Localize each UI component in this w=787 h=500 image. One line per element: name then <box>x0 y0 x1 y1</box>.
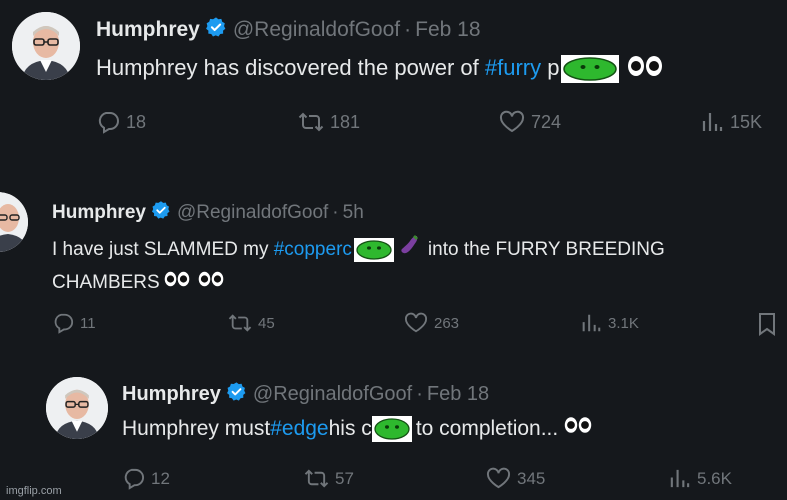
post-3[interactable]: Humphrey @ReginaldofGoof · Feb 18 Humphr… <box>0 365 787 500</box>
timestamp[interactable]: Feb 18 <box>415 18 480 42</box>
repost-button[interactable]: 181 <box>298 110 360 134</box>
repost-icon <box>228 314 252 332</box>
reply-button[interactable]: 18 <box>96 110 146 134</box>
reply-icon <box>124 468 144 490</box>
green-blob-icon <box>374 417 410 440</box>
views-icon <box>670 469 690 488</box>
reply-icon <box>54 313 74 334</box>
verified-badge-icon <box>205 16 227 44</box>
handle[interactable]: @ReginaldofGoof <box>177 202 328 224</box>
handle[interactable]: @ReginaldofGoof <box>253 383 412 406</box>
reply-count: 11 <box>80 314 96 332</box>
text-segment: his c <box>328 416 372 440</box>
post-1[interactable]: Humphrey @ReginaldofGoof · Feb 18 Humphr… <box>0 0 787 160</box>
separator: · <box>332 202 339 223</box>
post-2[interactable]: Humphrey @ReginaldofGoof · 5h I have jus… <box>0 180 787 350</box>
like-button[interactable]: 263 <box>404 312 459 334</box>
watermark: imgflip.com <box>6 485 62 497</box>
avatar[interactable] <box>0 192 28 252</box>
view-count: 5.6K <box>697 468 732 488</box>
text-segment: p <box>541 55 560 80</box>
heart-icon <box>499 110 525 133</box>
text-segment: into the FURRY BREEDING <box>427 238 665 260</box>
views-button[interactable]: 3.1K <box>580 312 639 334</box>
eggplant-emoji-icon <box>398 232 422 267</box>
post-text: Humphrey has discovered the power of #fu… <box>96 54 663 84</box>
hashtag-link[interactable]: #copperc <box>274 234 352 266</box>
timestamp[interactable]: Feb 18 <box>427 383 489 406</box>
timestamp[interactable]: 5h <box>343 202 364 224</box>
like-count: 263 <box>434 314 460 332</box>
avatar-image <box>46 377 108 439</box>
avatar-image <box>0 192 28 252</box>
text-segment: I have just SLAMMED my <box>52 238 269 260</box>
post-header: Humphrey @ReginaldofGoof · Feb 18 <box>96 16 481 44</box>
view-count: 3.1K <box>608 314 639 332</box>
action-bar: 12 57 345 5.6K <box>122 467 782 495</box>
text-segment: CHAMBERS <box>52 272 160 293</box>
reply-count: 12 <box>151 468 170 488</box>
text-segment: Humphrey has discovered the power of <box>96 55 485 80</box>
post-text: I have just SLAMMED my #copperc into the… <box>52 232 782 299</box>
reply-button[interactable]: 11 <box>52 312 96 334</box>
post-header: Humphrey @ReginaldofGoof · Feb 18 <box>122 381 489 408</box>
post-header: Humphrey @ReginaldofGoof · 5h <box>52 200 364 226</box>
separator: · <box>404 18 412 41</box>
reply-icon <box>98 112 119 134</box>
repost-count: 45 <box>258 314 275 332</box>
avatar-image <box>12 12 80 80</box>
repost-button[interactable]: 57 <box>304 467 354 490</box>
censor-box <box>561 55 620 84</box>
bookmark-button[interactable] <box>756 312 778 340</box>
like-button[interactable]: 345 <box>486 467 545 490</box>
bookmark-icon <box>759 313 775 336</box>
text-segment: to completion... <box>415 416 559 440</box>
reply-button[interactable]: 12 <box>122 467 170 490</box>
censor-box <box>353 237 394 262</box>
handle[interactable]: @ReginaldofGoof <box>233 18 400 42</box>
eyes-emoji-icon <box>564 415 592 442</box>
heart-icon <box>404 312 428 333</box>
heart-icon <box>486 467 511 489</box>
avatar[interactable] <box>46 377 108 439</box>
verified-badge-icon <box>151 200 171 226</box>
eyes-emoji-icon <box>164 267 190 299</box>
repost-icon <box>298 112 324 132</box>
action-bar: 18 181 724 15K <box>96 110 786 140</box>
action-bar: 11 45 263 3.1K <box>52 312 782 340</box>
views-icon <box>582 314 601 332</box>
post-text: Humphrey must #edge his c to completion.… <box>122 415 592 442</box>
view-count: 15K <box>730 111 763 132</box>
hashtag-link[interactable]: #edge <box>270 416 328 442</box>
censor-box <box>371 415 412 442</box>
verified-badge-icon <box>226 381 247 408</box>
eyes-emoji-icon <box>198 267 224 299</box>
like-count: 345 <box>517 468 546 488</box>
avatar[interactable] <box>12 12 80 80</box>
repost-button[interactable]: 45 <box>228 312 275 334</box>
views-button[interactable]: 5.6K <box>668 467 732 490</box>
reply-count: 18 <box>126 111 147 132</box>
green-blob-icon <box>563 57 618 81</box>
display-name[interactable]: Humphrey <box>122 383 221 406</box>
repost-count: 57 <box>335 468 354 488</box>
separator: · <box>416 383 423 405</box>
display-name[interactable]: Humphrey <box>52 202 146 224</box>
repost-count: 181 <box>330 111 361 132</box>
views-button[interactable]: 15K <box>700 110 762 134</box>
views-icon <box>702 113 723 131</box>
like-count: 724 <box>531 111 562 132</box>
eyes-emoji-icon <box>627 55 663 84</box>
hashtag-link[interactable]: #furry <box>485 55 541 80</box>
green-blob-icon <box>356 239 392 260</box>
repost-icon <box>304 469 329 488</box>
display-name[interactable]: Humphrey <box>96 18 200 42</box>
text-segment: Humphrey must <box>122 416 271 440</box>
like-button[interactable]: 724 <box>499 110 561 134</box>
